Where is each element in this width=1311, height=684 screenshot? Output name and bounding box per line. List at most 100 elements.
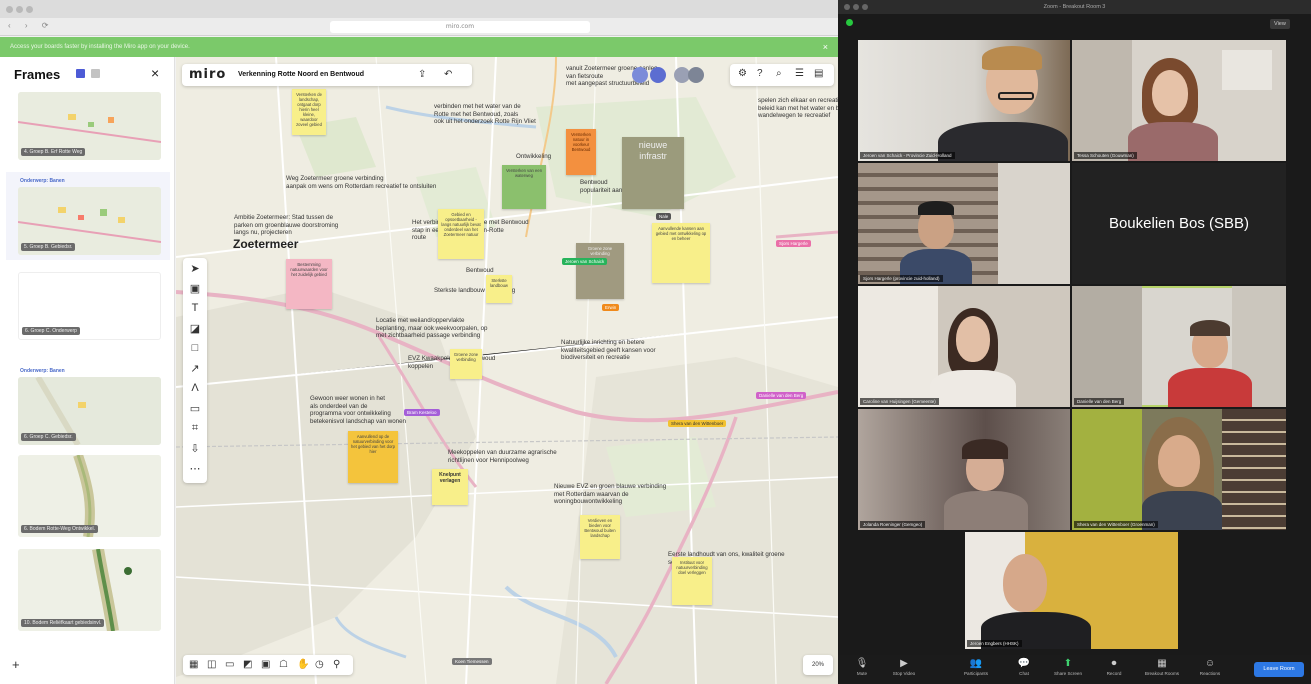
city-label[interactable]: Zoetermeer: [233, 238, 298, 249]
zoom-level[interactable]: 20%: [803, 655, 833, 675]
participant-video[interactable]: Tessa Schouten (Gouwman): [1072, 40, 1286, 161]
sticky-note[interactable]: Versterken van een waterweg: [502, 165, 546, 209]
avatar[interactable]: [632, 67, 648, 83]
upload-file-icon[interactable]: ⇩: [189, 442, 201, 455]
record-button[interactable]: ⏺ Record: [1094, 657, 1134, 676]
sticky-note[interactable]: Versterken de landschap, ontgaat dorp hi…: [292, 89, 326, 135]
frame-thumbnail[interactable]: 6. Groep C. Onderwerp: [18, 272, 161, 340]
participant-video-active-speaker[interactable]: Danielle van den Berg: [1072, 286, 1286, 407]
list-icon[interactable]: ▤: [814, 68, 823, 79]
sticky-note[interactable]: Instituut voor natuurverbinding doel ver…: [672, 557, 712, 605]
sticky-note-icon[interactable]: ◪: [189, 322, 201, 335]
help-icon[interactable]: ?: [757, 68, 763, 79]
collaborator-cursor-tag: Danielle van den Berg: [756, 392, 807, 399]
frames-close-icon[interactable]: ×: [151, 65, 159, 81]
window-close-dot[interactable]: [844, 4, 850, 10]
comment-icon[interactable]: ▭: [189, 402, 201, 415]
sticky-note[interactable]: Groene zone verbinding: [450, 349, 482, 379]
miro-canvas[interactable]: verbinden met het water van de Rotte met…: [176, 57, 838, 684]
notifications-icon[interactable]: ☰: [795, 68, 804, 79]
frame-thumbnail[interactable]: 4. Groep B. Erf Rotte Weg: [18, 92, 161, 160]
map-annotation[interactable]: Locatie met weiland/oppervlakte beplanti…: [376, 317, 487, 340]
mute-button[interactable]: 🎙 Mute: [842, 657, 882, 676]
frame-thumbnail[interactable]: 5. Groep B. Gebiedsr.: [18, 187, 161, 255]
sticky-note[interactable]: Aanvullende kansen aan gebied met ontwik…: [652, 223, 710, 283]
browser-nav-icons[interactable]: ‹ › ⟳: [8, 21, 54, 30]
window-maximize-dot[interactable]: [862, 4, 868, 10]
comments-icon[interactable]: ▭: [225, 659, 234, 670]
window-minimize-dot[interactable]: [16, 6, 23, 13]
sticky-note[interactable]: Aanvullend op de natuurverbinding voor h…: [348, 431, 398, 483]
timer-icon[interactable]: ◷: [315, 659, 324, 670]
banner-close-icon[interactable]: ×: [823, 37, 828, 57]
settings-icon[interactable]: ⚙: [738, 68, 747, 79]
sticky-note[interactable]: Knelpunt verlagen: [432, 469, 468, 505]
sticky-note[interactable]: Sterkste landbouw: [486, 275, 512, 303]
map-annotation[interactable]: verbinden met het water van de Rotte met…: [434, 103, 604, 126]
templates-icon[interactable]: ▣: [189, 282, 201, 295]
map-annotation[interactable]: Gewoon weer wonen in het als onderdeel v…: [310, 395, 406, 425]
shape-tool-icon[interactable]: □: [189, 342, 201, 354]
participant-video-off[interactable]: Boukelien Bos (SBB): [1072, 163, 1286, 284]
breakout-rooms-button[interactable]: ▦ Breakout Rooms: [1142, 657, 1182, 676]
sticky-note[interactable]: Bestemming natuurwaarden voor het zuidel…: [286, 259, 332, 309]
map-annotation[interactable]: Bentwoud: [466, 267, 494, 275]
participant-video[interactable]: Jeroen van Schaick - Provincie Zuid-Holl…: [858, 40, 1070, 161]
vote-icon[interactable]: ✋: [297, 659, 309, 670]
participant-video[interactable]: Sjors Hargerle (provincie zuid-holland): [858, 163, 1070, 284]
stop-video-button[interactable]: ▶ Stop Video: [884, 657, 924, 676]
grid-view-icon[interactable]: [76, 69, 85, 78]
map-annotation[interactable]: Ontwikkeling: [516, 153, 551, 161]
list-view-icon[interactable]: [91, 69, 100, 78]
board-name[interactable]: Verkenning Rotte Noord en Bentwoud: [238, 71, 364, 78]
frame-thumbnail[interactable]: 6. Groep C. Gebiedsr.: [18, 377, 161, 445]
frame-tag: Onderwerp: Banen: [20, 368, 65, 374]
sticky-note[interactable]: Verdieven en bieden voor Bentwoud buiten…: [580, 515, 620, 559]
frame-thumbnail[interactable]: 6. Bodem Rotte-Weg Ontwikkel.: [18, 455, 161, 537]
leave-room-button[interactable]: Leave Room: [1254, 662, 1304, 677]
add-frame-icon[interactable]: +: [12, 657, 20, 672]
sticky-note[interactable]: Gebied en opsoetbaarheid - langs natuurl…: [438, 209, 484, 259]
miro-logo[interactable]: miro: [189, 67, 226, 82]
sticky-note[interactable]: Versterken natuur in voorkeur Bentwoud: [566, 129, 596, 175]
window-maximize-dot[interactable]: [26, 6, 33, 13]
participant-video[interactable]: Jolanda Roeninger (Gemgeo): [858, 409, 1070, 530]
map-annotation[interactable]: Meekoppelen van duurzame agrarische rich…: [448, 449, 557, 464]
avatar[interactable]: [650, 67, 666, 83]
participant-video[interactable]: Jeroen Engbers (HHSK): [965, 532, 1178, 649]
frame-tool-icon[interactable]: ⌗: [189, 422, 201, 435]
select-tool-icon[interactable]: ➤: [189, 262, 201, 275]
chat-button[interactable]: 💬 Chat: [1004, 657, 1044, 676]
map-annotation[interactable]: Nieuwe EVZ en groen blauwe verbinding me…: [554, 483, 666, 506]
share-screen-button[interactable]: ⬆ Share Screen: [1048, 657, 1088, 676]
avatar[interactable]: [688, 67, 704, 83]
participant-video[interactable]: Caroline van Huijsingen (Gemeente): [858, 286, 1070, 407]
search-icon[interactable]: ⌕: [776, 68, 782, 79]
sticky-note[interactable]: nieuwe infrastr: [622, 137, 684, 209]
map-annotation[interactable]: Weg Zoetermeer groene verbinding aanpak …: [286, 175, 436, 190]
frame-thumbnail[interactable]: 10. Bodem Reliëfkaart gebiedsinvl.: [18, 549, 161, 631]
chat-icon[interactable]: ◩: [243, 659, 252, 670]
text-tool-icon[interactable]: T: [189, 302, 201, 314]
sticky-note[interactable]: Groene zone verbinding: [576, 243, 624, 299]
pen-tool-icon[interactable]: Λ: [189, 382, 201, 394]
participant-video[interactable]: Shera van den Wittenboer (Groenman): [1072, 409, 1286, 530]
window-close-dot[interactable]: [6, 6, 13, 13]
reactions-button[interactable]: ☺ Reactions: [1190, 657, 1230, 676]
map-annotation[interactable]: spelen zich elkaar en recreatief af, ove…: [758, 97, 838, 120]
activity-icon[interactable]: ☖: [279, 659, 288, 670]
window-minimize-dot[interactable]: [853, 4, 859, 10]
participants-button[interactable]: 👥 Participants: [956, 657, 996, 676]
map-annotation[interactable]: Ambitie Zoetermeer: Stad tussen de parke…: [234, 214, 338, 237]
connection-line-icon[interactable]: ↗: [189, 362, 201, 375]
url-field[interactable]: miro.com: [330, 21, 590, 33]
more-tools-icon[interactable]: ⋯: [189, 462, 201, 475]
cards-icon[interactable]: ◫: [207, 659, 216, 670]
map-annotation[interactable]: Natuurlijke inrichting en betere kwalite…: [561, 339, 656, 362]
screen-share-icon[interactable]: ▣: [261, 659, 270, 670]
attention-icon[interactable]: ⚲: [333, 659, 340, 670]
upload-icon[interactable]: ⇪: [418, 69, 426, 80]
undo-icon[interactable]: ↶: [444, 69, 452, 80]
frames-icon[interactable]: ▦: [189, 659, 198, 670]
view-button[interactable]: View: [1270, 19, 1290, 29]
